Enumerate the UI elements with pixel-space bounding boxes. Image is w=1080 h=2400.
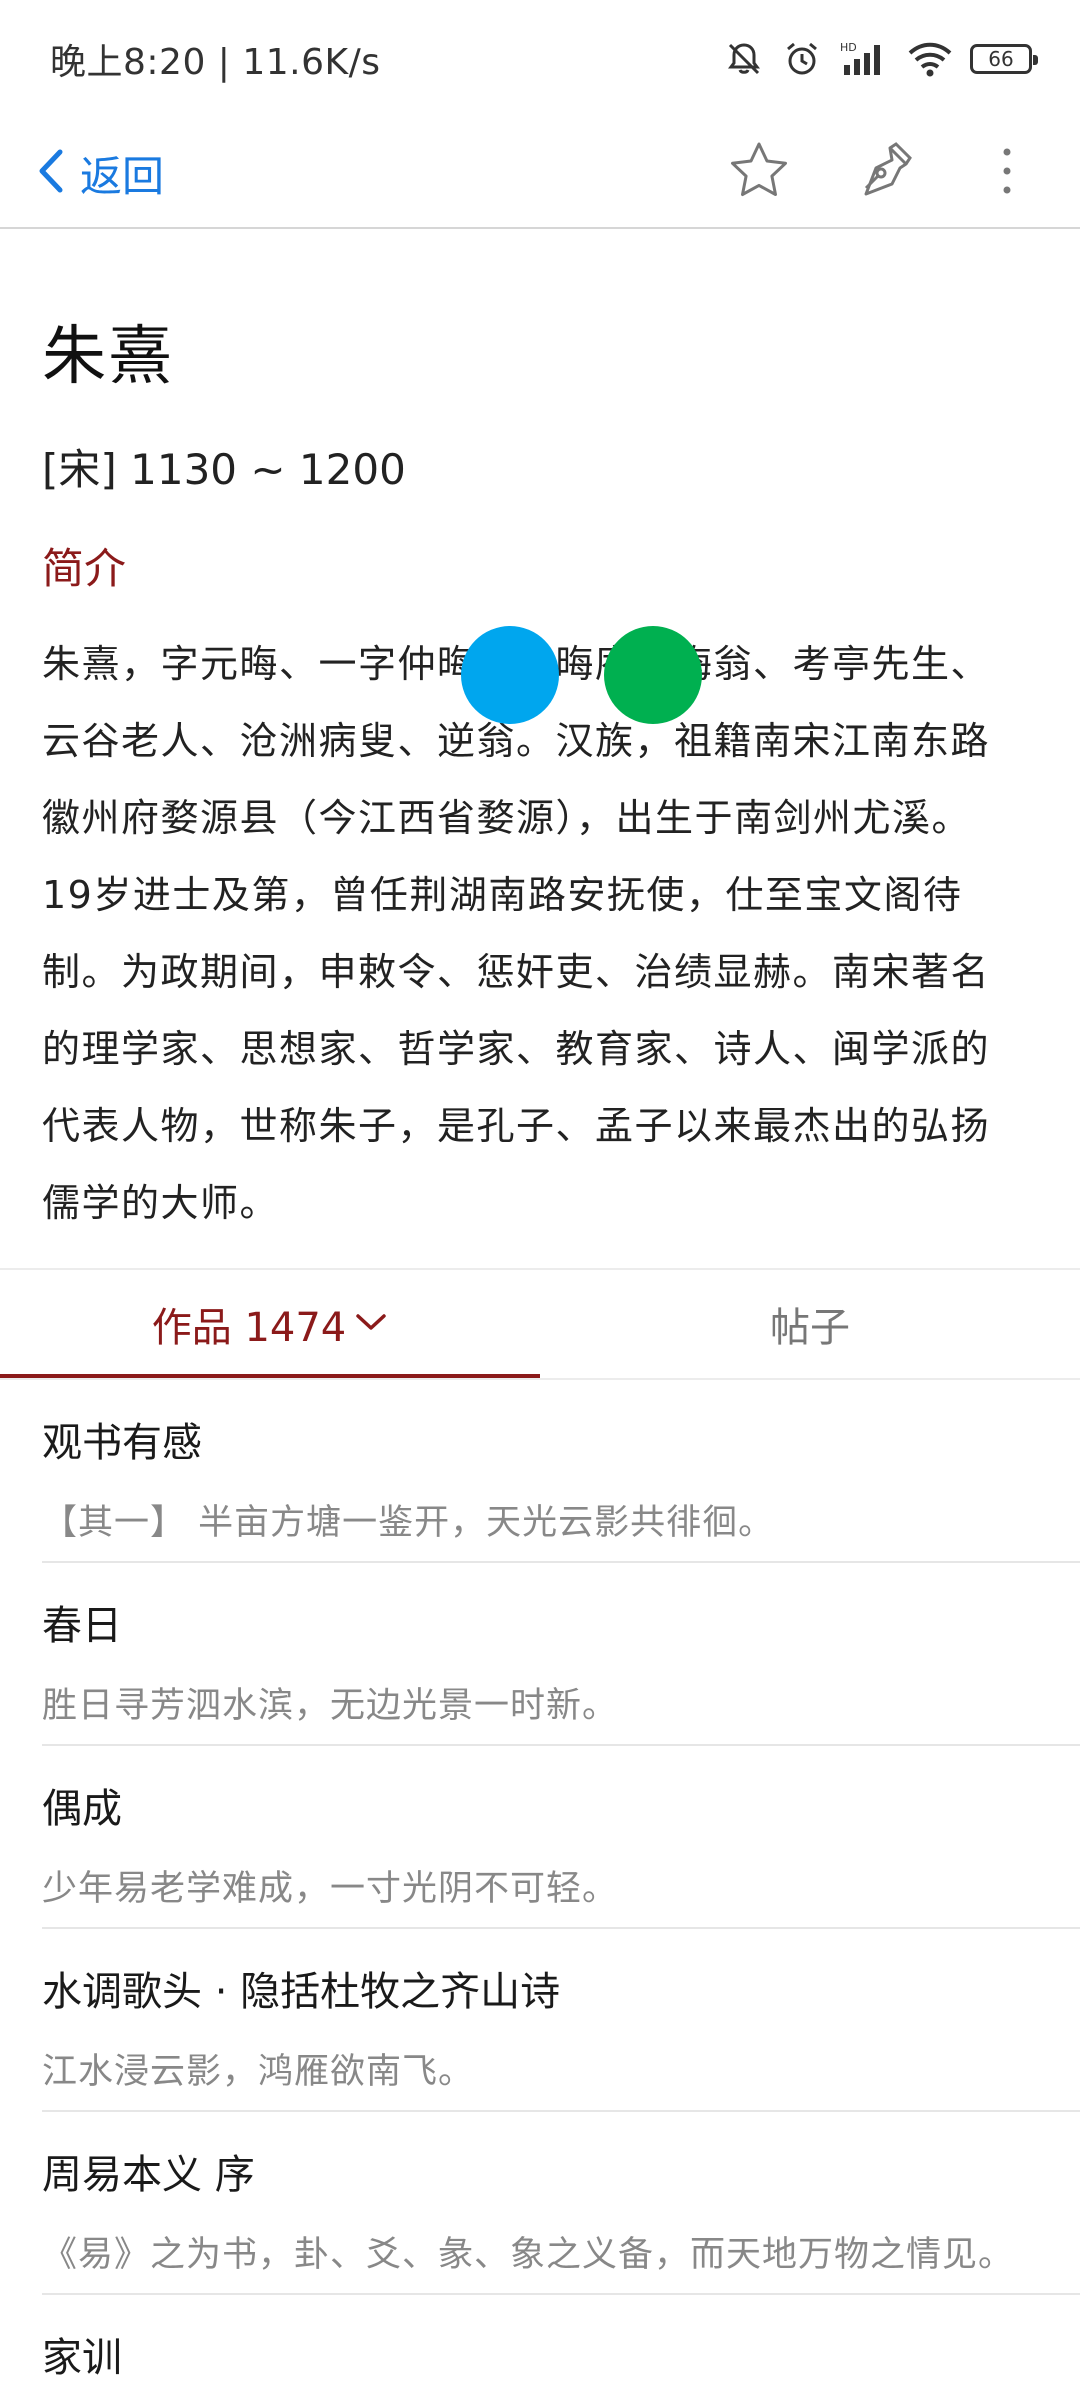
list-item[interactable]: 观书有感 【其一】 半亩方塘一鉴开，天光云影共徘徊。: [42, 1380, 1080, 1563]
work-title: 周易本义 序: [42, 2152, 255, 2198]
list-item[interactable]: 偶成 少年易老学难成，一寸光阴不可轻。: [42, 1746, 1080, 1929]
work-title: 家训: [42, 2335, 122, 2381]
more-vertical-icon: [1001, 146, 1013, 200]
pen-nib-icon: [854, 142, 912, 204]
battery-icon: 66: [970, 44, 1038, 74]
author-bio: 朱熹，字元晦、一字仲晦，号晦庵、晦翁、考亭先生、 云谷老人、沧洲病叟、逆翁。汉族…: [42, 626, 1042, 1242]
bio-line: 19岁进士及第，曾任荆湖南路安抚使，仕至宝文阁待: [42, 873, 963, 917]
list-item[interactable]: 周易本义 序 《易》之为书，卦、爻、彖、象之义备，而天地万物之情见。: [42, 2112, 1080, 2295]
work-excerpt: 《易》之为书，卦、爻、彖、象之义备，而天地万物之情见。: [42, 2235, 1015, 2275]
work-excerpt: 【其一】 半亩方塘一鉴开，天光云影共徘徊。: [42, 1503, 775, 1543]
star-icon: [728, 140, 790, 206]
nav-bar: 返回: [0, 118, 1080, 228]
touch-marker-blue: [461, 626, 559, 724]
work-title: 观书有感: [42, 1420, 202, 1466]
tab-posts[interactable]: 帖子: [540, 1270, 1080, 1378]
bio-line: 儒学的大师。: [42, 1181, 280, 1225]
work-title: 偶成: [42, 1786, 122, 1832]
list-item[interactable]: 水调歌头 · 隐括杜牧之齐山诗 江水浸云影，鸿雁欲南飞。: [42, 1929, 1080, 2112]
work-excerpt: 胜日寻芳泗水滨，无边光景一时新。: [42, 1686, 619, 1726]
touch-marker-green: [604, 626, 702, 724]
author-name: 朱熹: [42, 320, 174, 394]
list-item[interactable]: 家训: [42, 2295, 1080, 2400]
bio-line: 云谷老人、沧洲病叟、逆翁。汉族，祖籍南宋江南东路: [42, 719, 991, 763]
alarm-icon: [782, 39, 822, 79]
intro-heading: 简介: [42, 544, 127, 593]
works-list: 观书有感 【其一】 半亩方塘一鉴开，天光云影共徘徊。 春日 胜日寻芳泗水滨，无边…: [0, 1380, 1080, 2400]
list-item[interactable]: 春日 胜日寻芳泗水滨，无边光景一时新。: [42, 1563, 1080, 1746]
annotate-button[interactable]: [850, 140, 916, 206]
nav-actions: [726, 140, 1040, 206]
chevron-left-icon: [36, 148, 66, 198]
chevron-down-icon: [354, 1311, 388, 1337]
back-button[interactable]: 返回: [36, 143, 164, 204]
favorite-button[interactable]: [726, 140, 792, 206]
work-excerpt: 少年易老学难成，一寸光阴不可轻。: [42, 1869, 619, 1909]
status-bar: 晚上8:20 | 11.6K/s HD 66: [0, 0, 1080, 118]
tab-works[interactable]: 作品 1474: [0, 1270, 540, 1378]
work-title: 春日: [42, 1603, 122, 1649]
svg-text:HD: HD: [840, 41, 857, 54]
bio-line: 徽州府婺源县（今江西省婺源），出生于南剑州尤溪。: [42, 796, 972, 840]
work-title: 水调歌头 · 隐括杜牧之齐山诗: [42, 1969, 561, 2015]
back-label: 返回: [80, 151, 165, 201]
tab-works-label: 作品 1474: [151, 1305, 347, 1351]
wifi-icon: [908, 39, 952, 79]
status-time-speed: 晚上8:20 | 11.6K/s: [50, 42, 381, 83]
bio-line: 代表人物，世称朱子，是孔子、孟子以来最杰出的弘扬: [42, 1104, 991, 1148]
signal-hd-icon: HD: [840, 39, 890, 79]
author-dates: [宋] 1130 ~ 1200: [42, 445, 406, 494]
nav-divider: [0, 227, 1080, 229]
author-detail-screen: 晚上8:20 | 11.6K/s HD 66 返回 朱熹 [宋] 1130 ~ …: [0, 0, 1080, 2400]
work-excerpt: 江水浸云影，鸿雁欲南飞。: [42, 2052, 475, 2092]
tab-posts-label: 帖子: [770, 1305, 850, 1351]
more-menu-button[interactable]: [974, 140, 1040, 206]
bio-line: 制。为政期间，申敕令、惩奸吏、治绩显赫。南宋著名: [42, 950, 991, 994]
bio-line: 的理学家、思想家、哲学家、教育家、诗人、闽学派的: [42, 1027, 991, 1071]
mute-bell-icon: [724, 39, 764, 79]
content-tabs: 作品 1474 帖子: [0, 1270, 1080, 1378]
status-icons: HD 66: [724, 39, 1038, 79]
